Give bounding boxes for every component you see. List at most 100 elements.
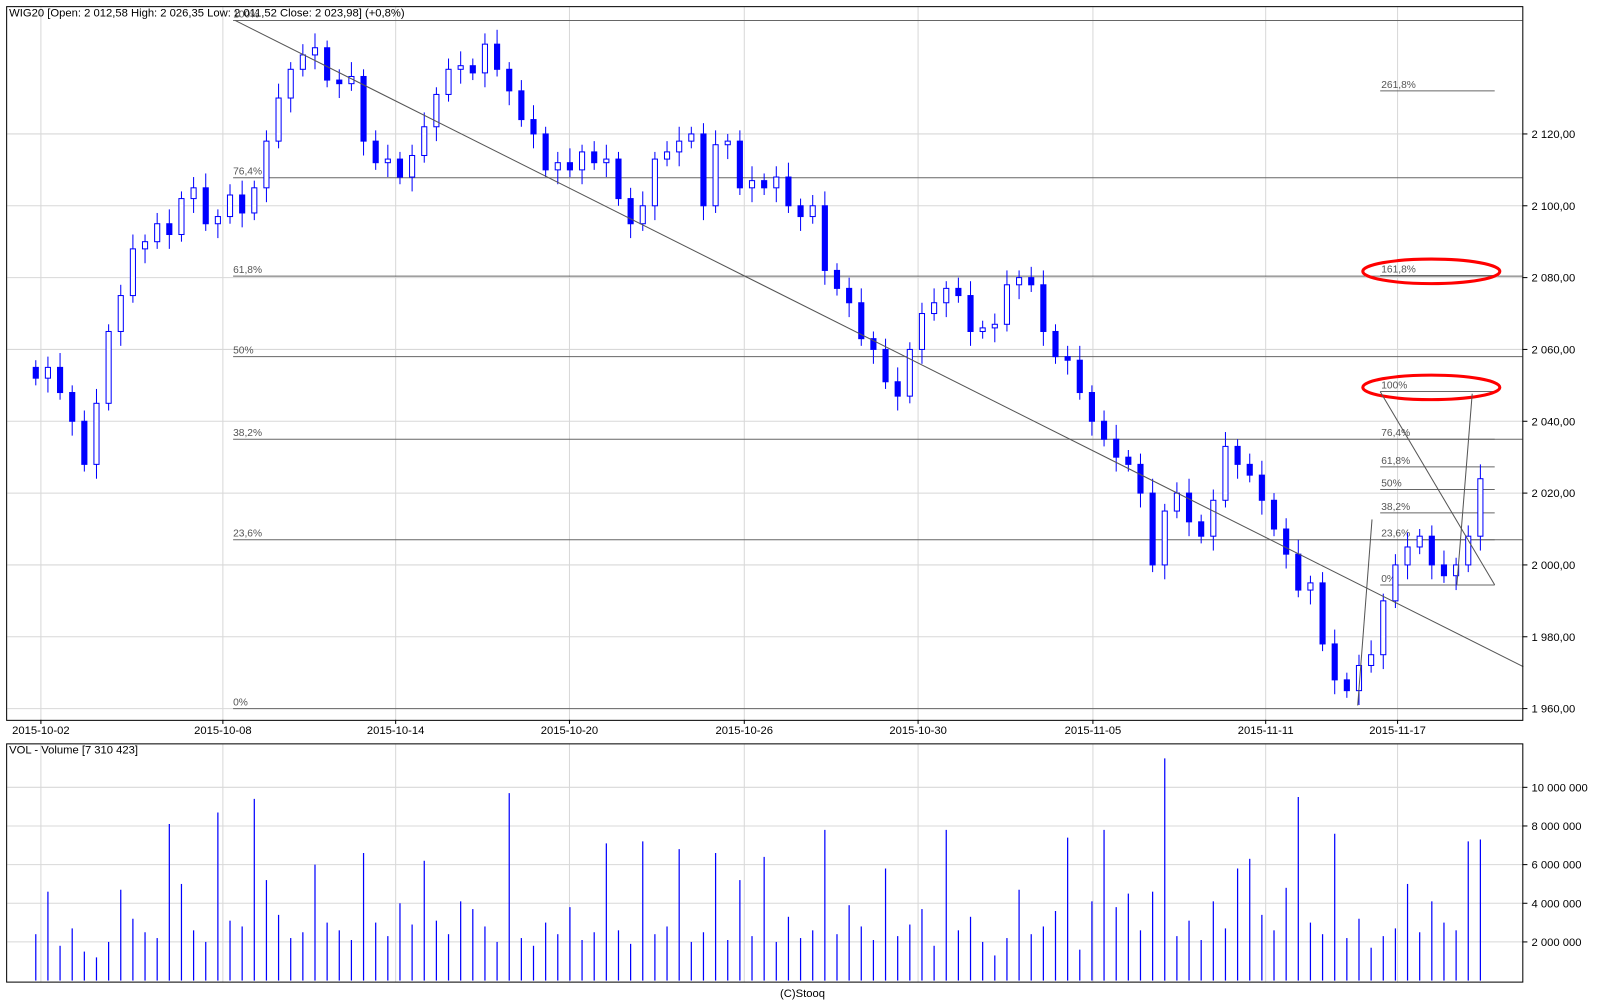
candle-up [311,47,319,56]
volume-y-tick-label: 8 000 000 [1532,821,1582,833]
x-tick-label: 2015-10-20 [541,725,598,737]
candle-down [566,162,573,171]
candle-up [178,198,185,236]
candle-up [1161,510,1168,566]
y-tick-label: 2 060,00 [1532,345,1576,357]
candle-up [445,68,452,95]
candle-up [603,158,610,164]
candle-down [797,205,804,218]
fib-extension-label: 23,6% [1381,529,1410,540]
candle-down [324,47,331,81]
candle-down [1064,356,1071,361]
fib-extension-label: 161,8% [1381,264,1416,275]
candle-down [785,176,792,207]
candle-up [979,327,986,332]
candle-up [991,323,998,329]
volume-y-tick-label: 6 000 000 [1532,860,1582,872]
candle-up [214,216,221,225]
chart-title: WIG20 [Open: 2 012,58 High: 2 026,35 Low… [9,7,405,19]
candle-down [1052,330,1059,358]
fibonacci-levels: 100% 76,4% 61,8% 50% 38,2% 23,6% 0% 261,8% 161,8… [233,9,1523,710]
candle-down [1100,420,1108,440]
candle-up [275,97,282,142]
candle-down [69,392,76,422]
candle-down [1428,535,1435,566]
candle-up [1477,478,1484,537]
candle-down [1246,463,1253,476]
candle-down [396,158,404,178]
candle-up [918,313,926,350]
candle-up [263,140,270,189]
candle-up [141,241,149,250]
x-tick-label: 2015-11-05 [1065,725,1122,737]
candle-up [481,43,489,74]
candle-up [1222,445,1229,501]
fib-level-label: 61,8% [233,265,262,276]
candle-down [1040,284,1047,332]
fib-extension-label: 61,8% [1381,456,1410,467]
candle-up [1003,284,1011,325]
y-tick-label: 1 960,00 [1532,704,1576,716]
candle-down [821,205,828,271]
candle-down [1076,359,1083,394]
candle-up [44,366,51,379]
candle-up [748,180,756,189]
candle-up [251,187,258,214]
candle-up [93,402,100,465]
candle-down [372,140,379,164]
candle-down [882,348,889,383]
candle-up [1368,654,1375,667]
y-tick-label: 2 100,00 [1532,201,1576,213]
grid-lines [7,7,1523,982]
y-tick-label: 1 980,00 [1532,632,1576,644]
candle-down [239,194,246,214]
volume-series [35,758,1481,981]
candle-up [1210,499,1217,537]
x-tick-label: 2015-11-17 [1369,725,1426,737]
fib-level-label: 38,2% [233,428,262,439]
candle-down [1258,474,1265,501]
fib-level-label: 0% [233,698,248,709]
candle-down [615,158,622,200]
candle-down [1331,643,1338,681]
price-panel-frame [6,6,1524,721]
candle-up [226,194,234,218]
fib-extension-label: 100% [1381,380,1407,391]
candle-down [32,366,39,379]
candle-down [1137,463,1144,494]
candle-down [542,133,549,171]
candle-up [1392,564,1399,602]
fib-extension-label: 38,2% [1381,502,1410,513]
y-tick-label: 2 000,00 [1532,560,1576,572]
candle-up [154,223,161,243]
candle-down [894,381,901,397]
candle-down [469,65,476,74]
trend-line [234,19,1524,668]
candle-up [1307,582,1314,591]
candle-up [724,140,731,146]
candle-up [384,158,391,164]
fib-level-label: 23,6% [233,529,262,540]
candle-down [736,140,743,189]
candle-down [1149,492,1156,566]
candle-down [1283,528,1290,555]
trend-line [1357,519,1373,706]
x-tick-label: 2015-11-11 [1238,725,1294,737]
stock-chart: 100% 76,4% 61,8% 50% 38,2% 23,6% 0% 261,8% 161,8… [6,6,1588,1000]
candle-up [1416,535,1423,548]
candle-down [700,133,707,207]
y-tick-label: 2 080,00 [1532,273,1576,285]
candle-down [81,420,88,465]
candle-down [1234,445,1241,465]
trend-annotations [234,19,1524,706]
candle-up [651,158,658,207]
candle-down [518,90,525,121]
candle-down [591,151,598,164]
candle-down [1319,582,1326,645]
candle-up [712,144,719,207]
volume-title: VOL - Volume [7 310 423] [9,745,138,757]
candle-up [409,154,416,178]
candle-up [809,205,816,218]
candle-down [494,43,501,70]
candle-up [129,248,136,297]
